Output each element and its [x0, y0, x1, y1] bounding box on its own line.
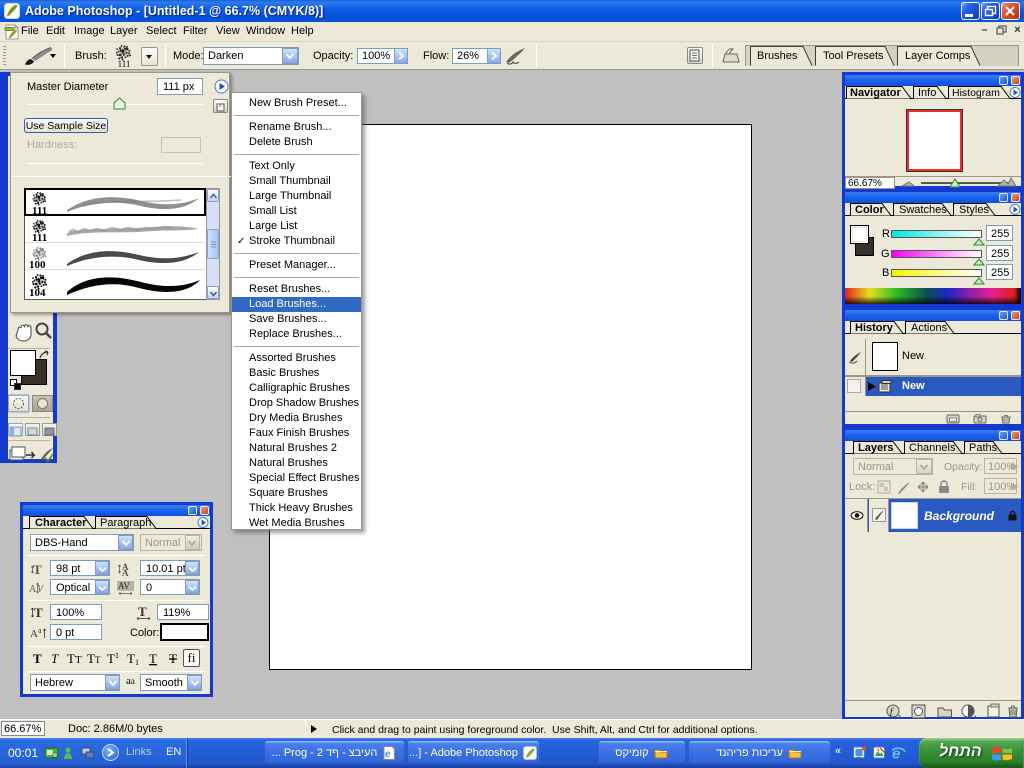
- svg-text:T: T: [127, 651, 135, 666]
- svg-text:Paths: Paths: [969, 442, 998, 454]
- svg-text:1: 1: [135, 658, 139, 667]
- svg-text:Histogram: Histogram: [952, 87, 1000, 99]
- svg-text:V: V: [37, 584, 45, 595]
- svg-text:T: T: [75, 654, 82, 666]
- svg-text:Layer Comps: Layer Comps: [905, 50, 971, 62]
- svg-text:Actions: Actions: [911, 322, 948, 334]
- svg-text:T: T: [107, 651, 115, 666]
- svg-text:T: T: [67, 651, 75, 666]
- svg-text:Layers: Layers: [858, 442, 893, 454]
- svg-text:Brushes: Brushes: [757, 50, 798, 62]
- svg-text:T: T: [138, 605, 147, 619]
- svg-text:Info: Info: [918, 87, 936, 99]
- svg-text:Swatches: Swatches: [899, 204, 947, 216]
- svg-text:T: T: [33, 651, 42, 666]
- svg-text:T: T: [169, 651, 177, 666]
- svg-text:a: a: [38, 626, 42, 635]
- svg-text:Styles: Styles: [959, 204, 989, 216]
- svg-text:A: A: [29, 584, 37, 595]
- svg-text:T: T: [34, 605, 43, 620]
- svg-text:Tool Presets: Tool Presets: [823, 50, 884, 62]
- svg-text:T: T: [87, 651, 95, 666]
- svg-text:Character: Character: [35, 517, 87, 529]
- svg-text:History: History: [855, 322, 894, 334]
- svg-text:T: T: [51, 651, 59, 666]
- svg-text:Paragraph: Paragraph: [100, 517, 151, 529]
- svg-text:e: e: [385, 749, 391, 760]
- svg-text:1: 1: [115, 651, 119, 660]
- svg-text:T: T: [149, 651, 157, 666]
- svg-text:Color: Color: [855, 204, 884, 216]
- svg-text:Channels: Channels: [909, 442, 956, 454]
- svg-text:T: T: [95, 655, 101, 665]
- svg-text:T: T: [33, 562, 42, 576]
- svg-text:A: A: [122, 568, 129, 576]
- svg-text:AV: AV: [118, 581, 130, 591]
- svg-text:A: A: [30, 628, 38, 640]
- svg-text:Navigator: Navigator: [850, 87, 901, 99]
